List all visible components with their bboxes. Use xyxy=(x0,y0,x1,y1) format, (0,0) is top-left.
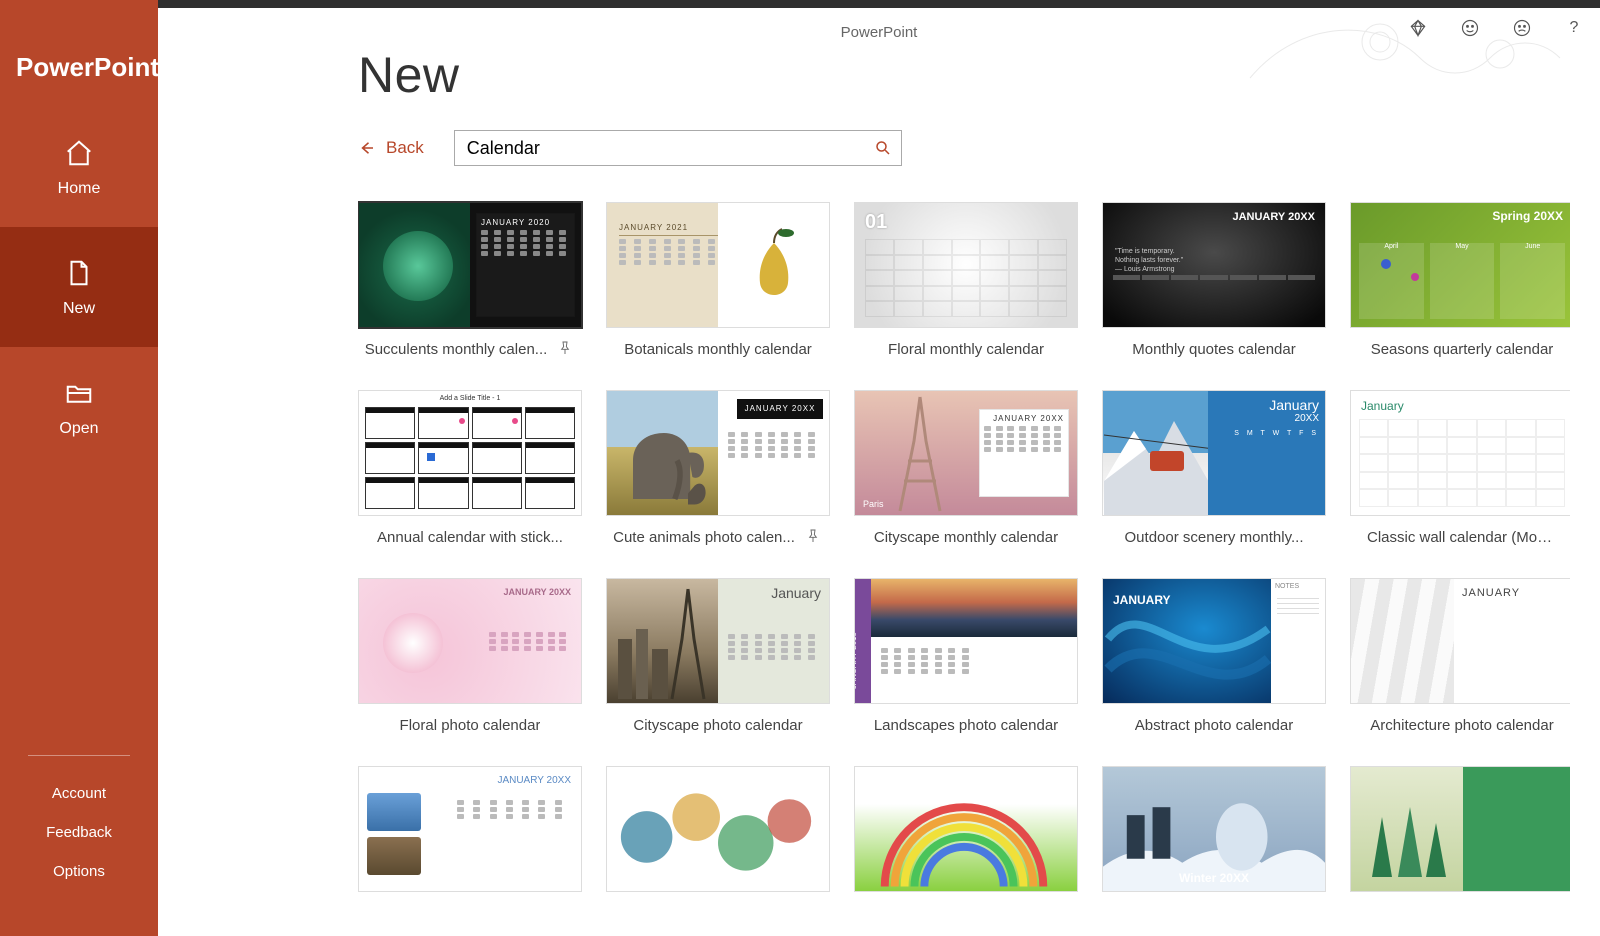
pin-icon[interactable] xyxy=(557,340,575,358)
home-icon xyxy=(62,136,96,170)
content: New Back xyxy=(358,46,1570,936)
thumb-title: Spring 20XX xyxy=(1492,209,1563,223)
premium-icon[interactable] xyxy=(1406,16,1430,40)
template-card-botanical[interactable]: JANUARY 2021 xyxy=(606,202,830,360)
sidebar-item-options[interactable]: Options xyxy=(53,863,105,880)
template-label: Seasons quarterly calendar xyxy=(1371,341,1554,358)
smile-icon[interactable] xyxy=(1458,16,1482,40)
watercolor-illustration xyxy=(607,767,829,892)
template-label: Abstract photo calendar xyxy=(1135,717,1293,734)
search-box xyxy=(454,130,902,166)
template-label: Landscapes photo calendar xyxy=(874,717,1058,734)
template-label: Cityscape monthly calendar xyxy=(874,529,1058,546)
back-link[interactable]: Back xyxy=(358,138,424,158)
city-illustration xyxy=(607,579,719,704)
frown-icon[interactable] xyxy=(1510,16,1534,40)
thumb-title: JANUARY 20XX xyxy=(497,775,571,786)
help-icon[interactable]: ? xyxy=(1562,16,1586,40)
search-input[interactable] xyxy=(455,131,901,165)
thumb-title: JANUARY 2021 xyxy=(619,223,721,232)
thumb-title: JANUARY 20XX xyxy=(503,587,571,597)
template-label: Outdoor scenery monthly... xyxy=(1125,529,1304,546)
template-label: Cute animals photo calen... xyxy=(613,529,795,546)
template-card-floralphoto[interactable]: JANUARY 20XX Floral photo calendar xyxy=(358,578,582,736)
template-card-arch[interactable]: JANUARY Architecture photo calendar xyxy=(1350,578,1570,736)
brand-label: PowerPoint xyxy=(0,0,158,107)
template-label: Classic wall calendar (Mon... xyxy=(1367,529,1557,546)
thumb-title: JANUARY 20XX xyxy=(742,404,818,413)
template-card-annual[interactable]: Add a Slide Title - 1 xyxy=(358,390,582,548)
thumb-title: JANUARY 2019 xyxy=(854,632,858,689)
template-label: Floral monthly calendar xyxy=(888,341,1044,358)
sidebar: PowerPoint Home New Open xyxy=(0,0,158,936)
app-title: PowerPoint xyxy=(841,24,918,41)
sidebar-item-label: Open xyxy=(59,420,98,438)
template-card-outdoor[interactable]: January 20XX S M T W T F S Outdoor scene… xyxy=(1102,390,1326,548)
template-card-animals[interactable]: JANUARY 20XX Cute animals photo calen... xyxy=(606,390,830,548)
template-card-landscapes[interactable]: JANUARY 2019 Landscapes photo calendar xyxy=(854,578,1078,736)
sidebar-bottom: Account Feedback Options xyxy=(0,785,158,880)
search-row: Back xyxy=(358,130,1570,166)
thumb-title: January xyxy=(1361,399,1404,413)
template-label: Floral photo calendar xyxy=(400,717,541,734)
sidebar-item-new[interactable]: New xyxy=(0,227,158,347)
sidebar-item-label: Home xyxy=(58,180,101,198)
thumb-title: Winter 20XX xyxy=(1179,871,1249,885)
template-label: Monthly quotes calendar xyxy=(1132,341,1295,358)
template-card-row4d[interactable]: Winter 20XX xyxy=(1102,766,1326,892)
thumb-title: JANUARY 20XX xyxy=(1232,211,1315,223)
thumb-title: 01 xyxy=(865,211,887,234)
sidebar-item-open[interactable]: Open xyxy=(0,347,158,467)
sidebar-item-label: New xyxy=(63,300,95,318)
template-card-succulents[interactable]: JANUARY 2020 Succulents monthly calen... xyxy=(358,202,582,360)
thumb-title: January xyxy=(1214,397,1319,413)
template-label: Succulents monthly calen... xyxy=(365,341,548,358)
sidebar-item-account[interactable]: Account xyxy=(52,785,106,802)
template-card-cityscape-photo[interactable]: January Cityscape photo calendar xyxy=(606,578,830,736)
open-folder-icon xyxy=(62,376,96,410)
mountain-illustration xyxy=(1103,391,1215,516)
template-card-quotes[interactable]: JANUARY 20XX "Time is temporary.Nothing … xyxy=(1102,202,1326,360)
template-label: Annual calendar with stick... xyxy=(377,529,563,546)
elephant-illustration xyxy=(611,395,721,515)
template-card-floral-monthly[interactable]: 01 Floral monthly calendar xyxy=(854,202,1078,360)
title-icons: ? xyxy=(1406,16,1586,40)
template-grid: JANUARY 2020 Succulents monthly calen... xyxy=(358,202,1570,892)
template-label: Cityscape photo calendar xyxy=(633,717,802,734)
template-label: Architecture photo calendar xyxy=(1370,717,1553,734)
new-file-icon xyxy=(62,256,96,290)
back-label: Back xyxy=(386,138,424,158)
search-button[interactable] xyxy=(871,136,895,160)
template-card-row4b[interactable] xyxy=(606,766,830,892)
page-heading: New xyxy=(358,46,1570,104)
eiffel-illustration xyxy=(855,391,985,516)
thumb-title: JANUARY xyxy=(1462,587,1565,599)
window-topstrip xyxy=(158,0,1600,8)
template-card-seasons[interactable]: Spring 20XX April May June Seasons quart… xyxy=(1350,202,1570,360)
template-card-abstract[interactable]: JANUARY NOTES Abstract photo calendar xyxy=(1102,578,1326,736)
rainbow-illustration xyxy=(855,767,1077,892)
sidebar-nav: Home New Open xyxy=(0,107,158,467)
template-card-row4e[interactable] xyxy=(1350,766,1570,892)
pin-icon[interactable] xyxy=(805,528,823,546)
template-card-classic[interactable]: January Classic wall calendar (Mon... xyxy=(1350,390,1570,548)
template-card-cityscape-monthly[interactable]: JANUARY 20XX Paris Cityscape monthly cal… xyxy=(854,390,1078,548)
template-card-row4a[interactable]: JANUARY 20XX xyxy=(358,766,582,892)
pear-illustration xyxy=(744,220,804,310)
template-label: Botanicals monthly calendar xyxy=(624,341,812,358)
template-card-row4c[interactable] xyxy=(854,766,1078,892)
sidebar-item-feedback[interactable]: Feedback xyxy=(46,824,112,841)
thumb-subtitle: 20XX xyxy=(1214,413,1319,424)
thumb-title: January xyxy=(718,579,829,607)
thumb-title: JANUARY 2020 xyxy=(481,218,570,227)
trees-illustration xyxy=(1351,767,1463,892)
main: PowerPoint ? New Back xyxy=(158,0,1600,936)
sidebar-item-home[interactable]: Home xyxy=(0,107,158,227)
